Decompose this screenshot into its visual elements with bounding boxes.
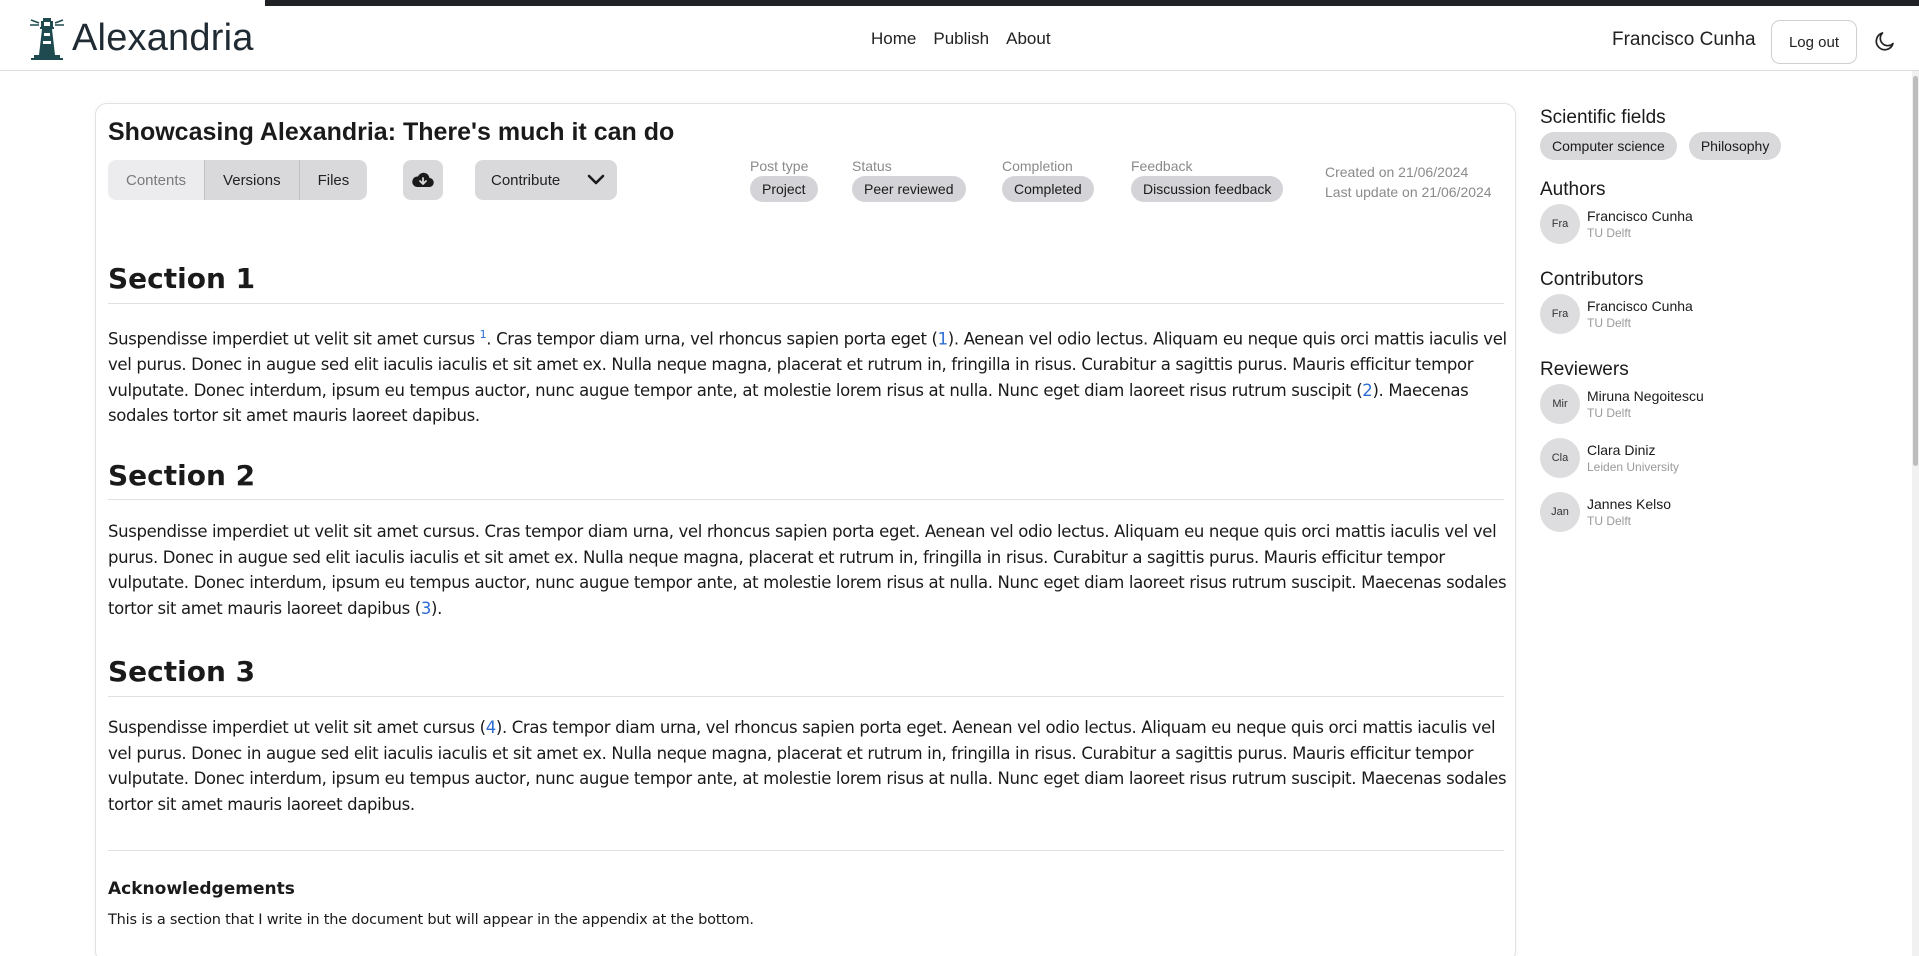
reviewer-item[interactable]: Jan Jannes Kelso TU Delft: [1540, 492, 1671, 532]
completion-meta: Completion Completed: [1002, 158, 1094, 202]
user-name[interactable]: Francisco Cunha: [1612, 29, 1756, 51]
avatar: Mir: [1540, 384, 1580, 424]
contribute-label: Contribute: [491, 171, 561, 189]
nav-publish[interactable]: Publish: [933, 29, 989, 49]
reviewer-affiliation: TU Delft: [1587, 406, 1632, 420]
field-chip[interactable]: Philosophy: [1688, 132, 1782, 160]
reviewers-heading: Reviewers: [1540, 359, 1629, 380]
cloud-download-icon: [412, 172, 434, 188]
avatar: Fra: [1540, 204, 1580, 244]
contributor-name: Francisco Cunha: [1587, 298, 1693, 314]
appendix-divider: [108, 850, 1504, 851]
citation-link[interactable]: 2: [1362, 381, 1373, 400]
reviewer-item[interactable]: Mir Miruna Negoitescu TU Delft: [1540, 384, 1704, 424]
reviewer-affiliation: TU Delft: [1587, 514, 1632, 528]
feedback-meta: Feedback Discussion feedback: [1131, 158, 1284, 202]
citation-link[interactable]: 4: [486, 718, 497, 737]
contributors-heading: Contributors: [1540, 269, 1644, 290]
field-chip[interactable]: Computer science: [1540, 132, 1677, 160]
chevron-down-icon: [587, 174, 605, 185]
moon-icon[interactable]: [1873, 29, 1897, 53]
logout-button[interactable]: Log out: [1771, 20, 1857, 64]
post-tabs: Contents Versions Files: [108, 160, 368, 200]
citation-link[interactable]: 3: [421, 599, 432, 618]
browser-top-strip: [0, 0, 1919, 7]
section-1-text: Suspendisse imperdiet ut velit sit amet …: [108, 328, 1507, 425]
section-2-heading: Section 2: [108, 459, 256, 492]
status-meta: Status Peer reviewed: [852, 158, 966, 202]
reviewer-name: Jannes Kelso: [1587, 496, 1672, 512]
acknowledgements-text: This is a section that I write in the do…: [108, 912, 754, 928]
section-1-divider: [108, 303, 1504, 304]
created-date: Created on 21/06/2024: [1325, 164, 1469, 180]
section-2-text: Suspendisse imperdiet ut velit sit amet …: [108, 522, 1507, 618]
section-3-divider: [108, 696, 1504, 697]
scientific-fields-heading: Scientific fields: [1540, 107, 1666, 128]
tab-contents[interactable]: Contents: [108, 160, 206, 200]
completion-badge: Completed: [1002, 176, 1094, 202]
contributor-affiliation: TU Delft: [1587, 316, 1632, 330]
nav-home[interactable]: Home: [871, 29, 916, 49]
completion-label: Completion: [1002, 158, 1073, 174]
post-type-badge: Project: [750, 176, 818, 202]
author-item[interactable]: Fra Francisco Cunha TU Delft: [1540, 204, 1693, 244]
section-3-heading: Section 3: [108, 655, 256, 688]
brand[interactable]: Alexandria: [28, 15, 254, 61]
section-1-heading: Section 1: [108, 262, 256, 295]
avatar: Cla: [1540, 438, 1580, 478]
avatar: Fra: [1540, 294, 1580, 334]
section-3-text: Suspendisse imperdiet ut velit sit amet …: [108, 718, 1507, 814]
updated-date: Last update on 21/06/2024: [1325, 184, 1492, 200]
post-type-label: Post type: [750, 158, 809, 174]
contribute-dropdown[interactable]: Contribute: [475, 160, 617, 200]
post-title: Showcasing Alexandria: There's much it c…: [108, 118, 675, 146]
post-type-meta: Post type Project: [750, 158, 818, 202]
reviewer-name: Miruna Negoitescu: [1587, 388, 1704, 404]
authors-heading: Authors: [1540, 179, 1606, 200]
scrollbar-thumb[interactable]: [1913, 76, 1918, 466]
page-scrollbar[interactable]: [1912, 71, 1919, 956]
brand-name: Alexandria: [72, 16, 254, 59]
field-chips: Computer science Philosophy: [1540, 132, 1782, 160]
download-button[interactable]: [403, 160, 443, 200]
reviewer-name: Clara Diniz: [1587, 442, 1656, 458]
post-dates: Created on 21/06/2024 Last update on 21/…: [1325, 162, 1492, 202]
tab-versions[interactable]: Versions: [205, 160, 300, 200]
tab-files[interactable]: Files: [299, 160, 368, 200]
reviewer-affiliation: Leiden University: [1587, 460, 1680, 474]
section-2-divider: [108, 499, 1504, 500]
nav-about[interactable]: About: [1006, 29, 1050, 49]
acknowledgements-heading: Acknowledgements: [108, 879, 295, 899]
status-label: Status: [852, 158, 892, 174]
author-name: Francisco Cunha: [1587, 208, 1693, 224]
feedback-badge: Discussion feedback: [1131, 176, 1284, 202]
feedback-label: Feedback: [1131, 158, 1193, 174]
citation-link[interactable]: 1: [938, 330, 949, 349]
nav-links: Home Publish About: [871, 29, 1051, 49]
lighthouse-icon: [30, 18, 64, 60]
contributor-item[interactable]: Fra Francisco Cunha TU Delft: [1540, 294, 1693, 334]
author-affiliation: TU Delft: [1587, 226, 1632, 240]
navbar: Alexandria Home Publish About Francisco …: [0, 7, 1919, 71]
status-badge: Peer reviewed: [852, 176, 966, 202]
avatar: Jan: [1540, 492, 1580, 532]
reviewer-item[interactable]: Cla Clara Diniz Leiden University: [1540, 438, 1679, 478]
